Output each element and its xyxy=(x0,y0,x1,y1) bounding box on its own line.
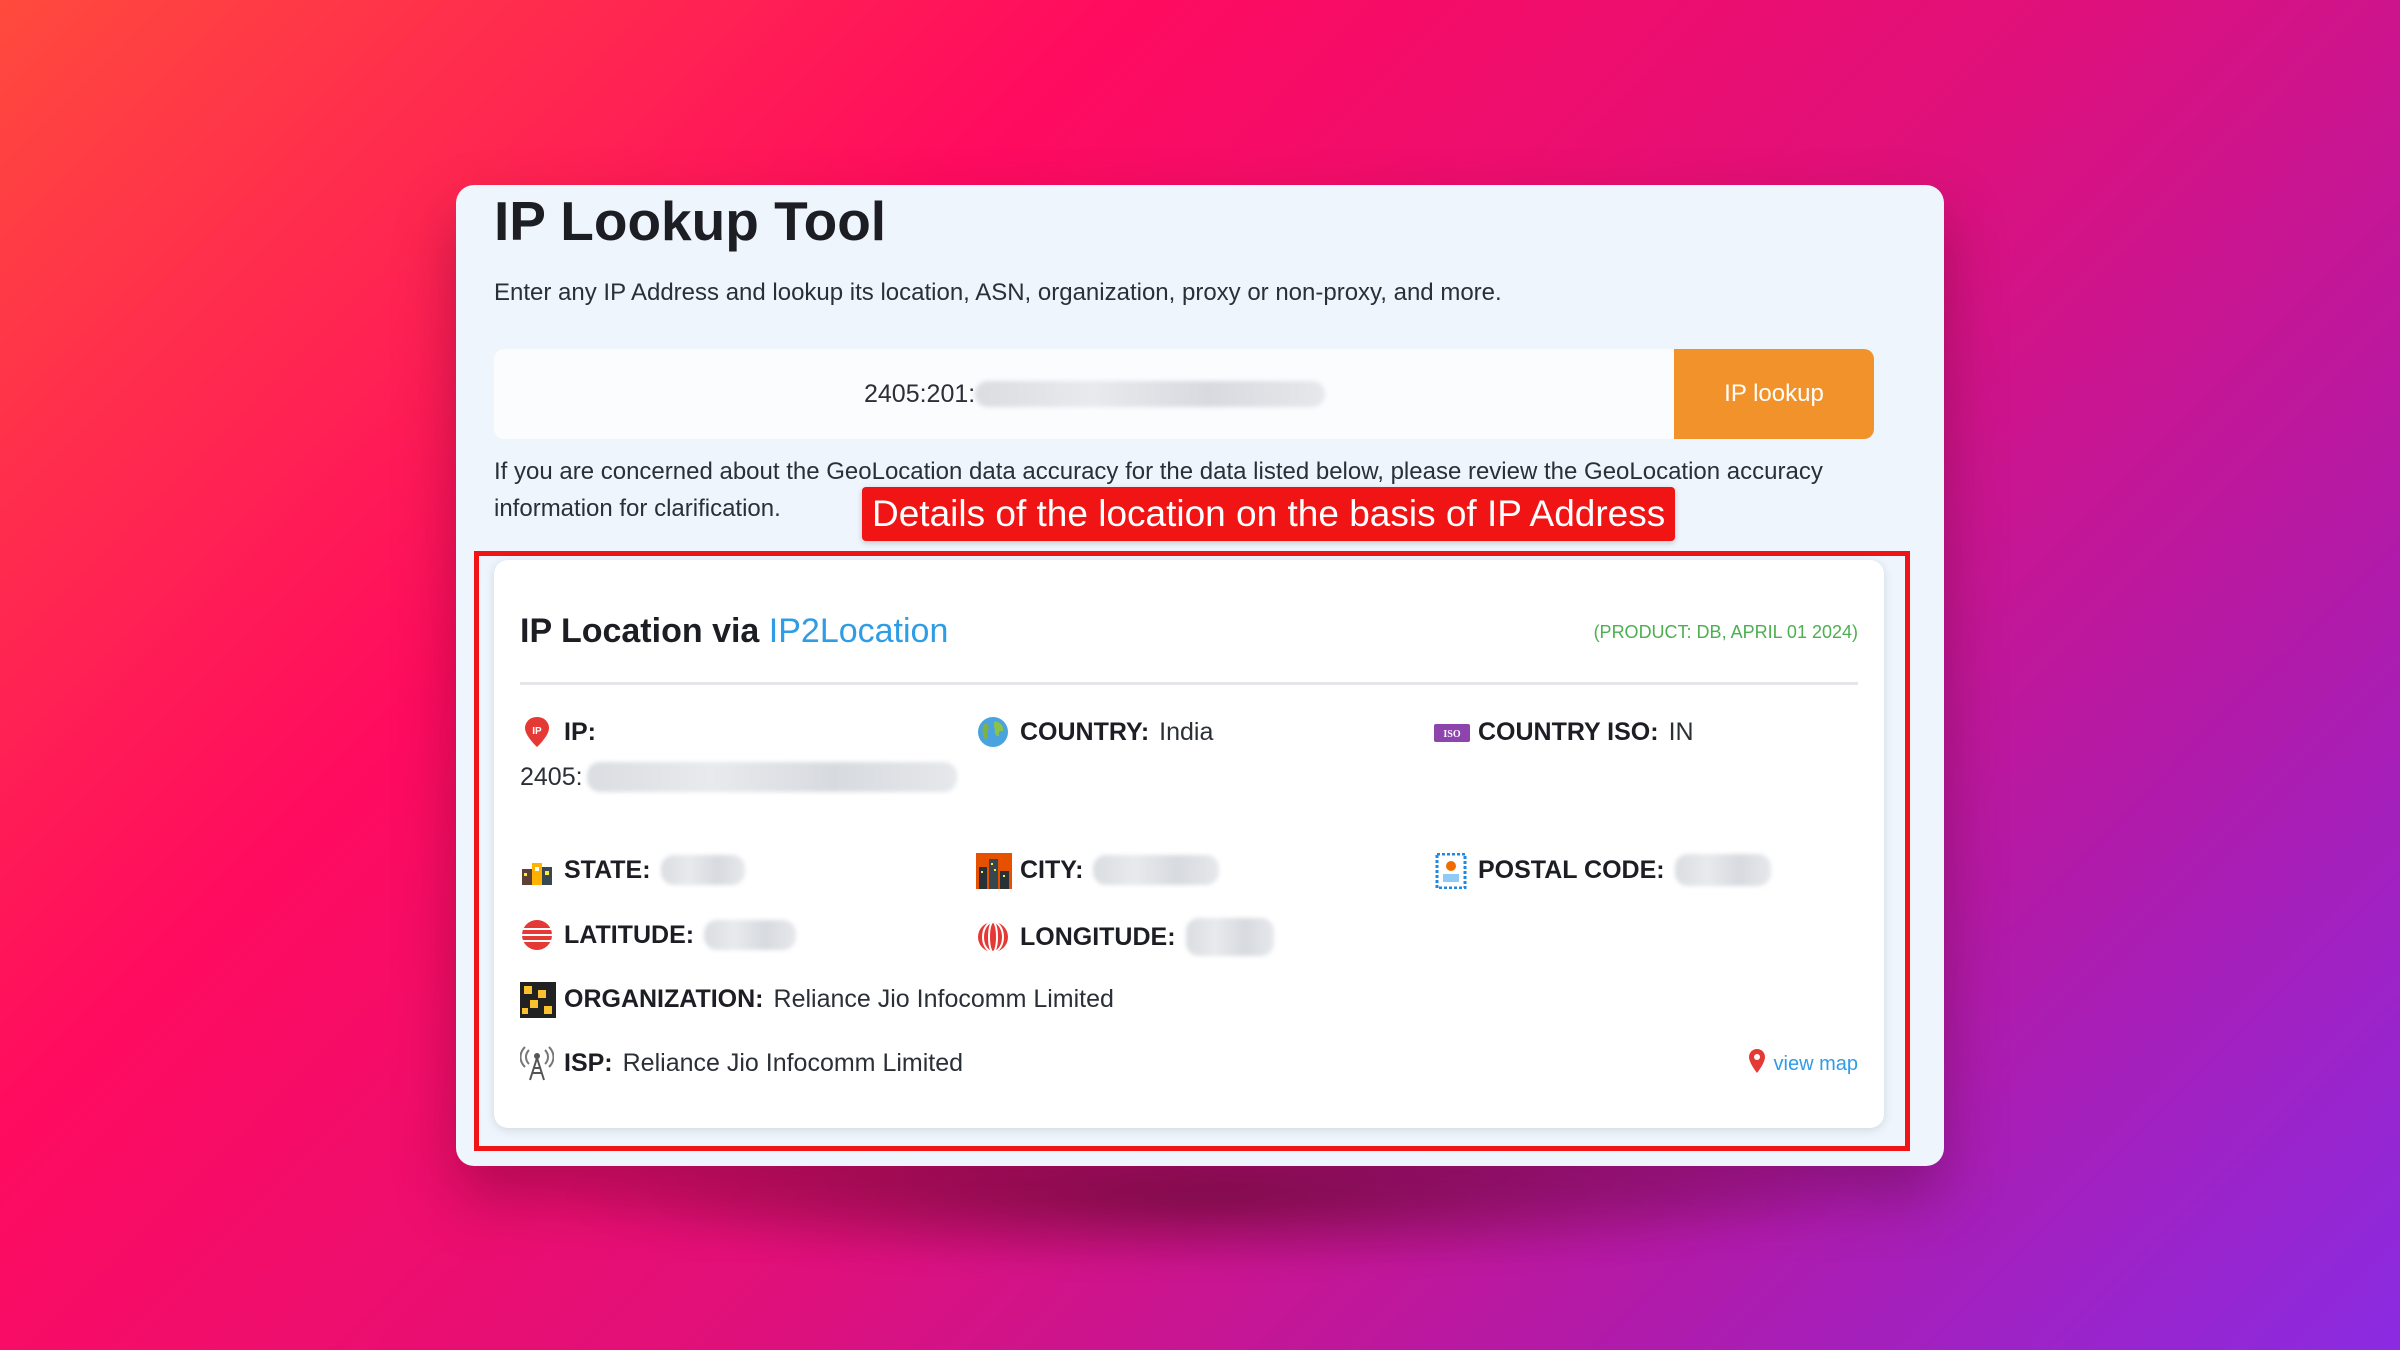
view-map-link[interactable]: view map xyxy=(1748,1048,1858,1080)
redacted-postal-blur xyxy=(1674,854,1771,886)
country-iso-field: ISO COUNTRY ISO: IN xyxy=(1434,715,1694,749)
svg-text:ISO: ISO xyxy=(1443,729,1460,740)
ip2location-link[interactable]: IP2Location xyxy=(769,612,949,650)
ip-input[interactable]: 2405:201: xyxy=(494,349,1674,439)
page-title: IP Lookup Tool xyxy=(494,190,887,252)
postal-stamp-icon xyxy=(1434,852,1468,890)
country-value: India xyxy=(1159,717,1214,746)
organization-field: ORGANIZATION: Reliance Jio Infocomm Limi… xyxy=(520,982,1114,1018)
state-buildings-icon xyxy=(520,853,554,887)
postal-code-label: POSTAL CODE: xyxy=(1478,855,1665,884)
latitude-label: LATITUDE: xyxy=(564,920,695,949)
country-field: COUNTRY: India xyxy=(976,715,1213,749)
ip-value-row: 2405: xyxy=(520,762,957,792)
organization-label: ORGANIZATION: xyxy=(564,984,764,1013)
ip-label: IP: xyxy=(564,717,596,746)
card-title-prefix: IP Location via xyxy=(520,612,760,650)
redacted-state-blur xyxy=(660,855,745,885)
globe-icon xyxy=(976,715,1010,749)
city-label: CITY: xyxy=(1020,855,1084,884)
isp-label: ISP: xyxy=(564,1048,613,1077)
country-iso-label: COUNTRY ISO: xyxy=(1478,717,1659,746)
page-subtitle: Enter any IP Address and lookup its loca… xyxy=(494,279,1502,306)
redacted-city-blur xyxy=(1093,855,1220,885)
ip-input-value: 2405:201: xyxy=(864,379,976,408)
ip-lookup-button[interactable]: IP lookup xyxy=(1674,349,1874,439)
redacted-longitude-blur xyxy=(1185,918,1274,956)
annotation-callout: Details of the location on the basis of … xyxy=(862,487,1676,541)
state-field: STATE: xyxy=(520,853,745,887)
isp-value: Reliance Jio Infocomm Limited xyxy=(622,1048,964,1077)
longitude-label: LONGITUDE: xyxy=(1020,922,1176,951)
state-label: STATE: xyxy=(564,855,651,884)
ip-location-card: IP Location via IP2Location (PRODUCT: DB… xyxy=(494,560,1884,1128)
longitude-field: LONGITUDE: xyxy=(976,918,1274,956)
organization-icon xyxy=(520,982,556,1018)
ip-search-row: 2405:201: IP lookup xyxy=(494,349,1874,439)
ip-value: 2405: xyxy=(520,762,583,791)
svg-text:IP: IP xyxy=(532,726,542,737)
longitude-icon xyxy=(976,920,1010,954)
isp-field: ISP: Reliance Jio Infocomm Limited xyxy=(519,1046,964,1081)
iso-badge-icon: ISO xyxy=(1434,715,1470,749)
city-field: CITY: xyxy=(976,853,1220,889)
country-label: COUNTRY: xyxy=(1020,717,1150,746)
country-iso-value: IN xyxy=(1668,717,1694,746)
city-icon xyxy=(976,853,1012,889)
ip-field: IP IP: xyxy=(520,715,596,749)
product-tag: (PRODUCT: DB, APRIL 01 2024) xyxy=(1593,622,1858,642)
browser-window: IP Lookup Tool Enter any IP Address and … xyxy=(456,185,1944,1166)
redacted-ip-value-blur xyxy=(586,762,957,792)
redacted-ip-blur xyxy=(975,381,1326,407)
view-map-label: view map xyxy=(1773,1052,1858,1075)
latitude-icon xyxy=(520,918,554,952)
card-divider xyxy=(520,682,1858,685)
redacted-latitude-blur xyxy=(704,920,797,950)
organization-value: Reliance Jio Infocomm Limited xyxy=(773,984,1114,1013)
card-title: IP Location via IP2Location xyxy=(520,612,948,651)
antenna-icon xyxy=(519,1046,555,1081)
postal-code-field: POSTAL CODE: xyxy=(1434,852,1771,890)
map-pin-icon xyxy=(1748,1048,1766,1080)
latitude-field: LATITUDE: xyxy=(520,918,797,952)
ip-pin-icon: IP xyxy=(520,715,554,749)
